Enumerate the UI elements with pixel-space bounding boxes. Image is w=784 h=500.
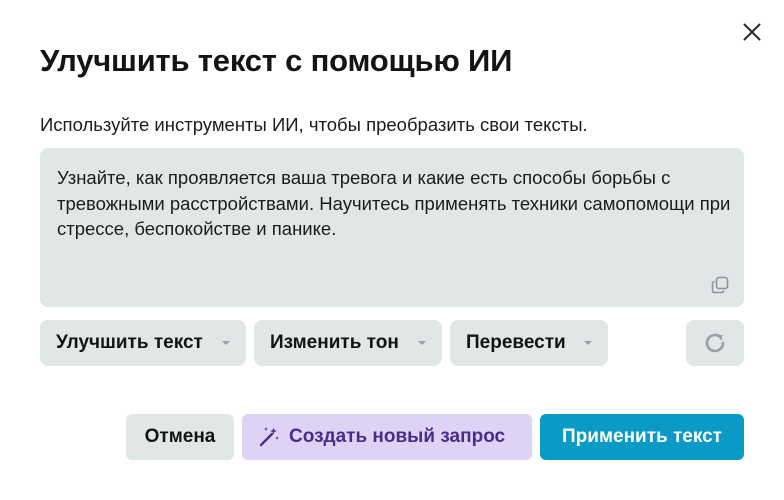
apply-text-label: Применить текст xyxy=(562,426,722,447)
translate-label: Перевести xyxy=(466,332,566,353)
close-icon xyxy=(743,23,761,41)
improve-text-label: Улучшить текст xyxy=(56,332,203,353)
close-button[interactable] xyxy=(738,18,766,46)
create-new-request-label: Создать новый запрос xyxy=(289,426,506,447)
refresh-icon xyxy=(705,333,725,353)
cancel-button[interactable]: Отмена xyxy=(126,414,234,460)
cancel-label: Отмена xyxy=(144,426,216,447)
editor-text[interactable]: Узнайте, как проявляется ваша тревога и … xyxy=(57,165,737,242)
chevron-down-icon xyxy=(222,341,230,345)
translate-dropdown[interactable]: Перевести xyxy=(450,320,608,366)
dialog-title: Улучшить текст с помощью ИИ xyxy=(40,43,513,78)
change-tone-label: Изменить тон xyxy=(270,332,399,353)
change-tone-dropdown[interactable]: Изменить тон xyxy=(254,320,442,366)
chevron-down-icon xyxy=(584,341,592,345)
chevron-down-icon xyxy=(418,341,426,345)
apply-text-button[interactable]: Применить текст xyxy=(540,414,744,460)
copy-button[interactable] xyxy=(708,273,732,297)
dialog-description: Используйте инструменты ИИ, чтобы преобр… xyxy=(40,114,588,135)
create-new-request-button[interactable]: Создать новый запрос xyxy=(242,414,532,460)
copy-icon xyxy=(711,276,729,294)
regenerate-button[interactable] xyxy=(686,320,744,366)
ai-improve-text-dialog: Улучшить текст с помощью ИИ Используйте … xyxy=(0,0,784,500)
magic-wand-icon xyxy=(257,425,281,449)
improve-text-dropdown[interactable]: Улучшить текст xyxy=(40,320,246,366)
text-editor[interactable]: Узнайте, как проявляется ваша тревога и … xyxy=(40,148,744,307)
